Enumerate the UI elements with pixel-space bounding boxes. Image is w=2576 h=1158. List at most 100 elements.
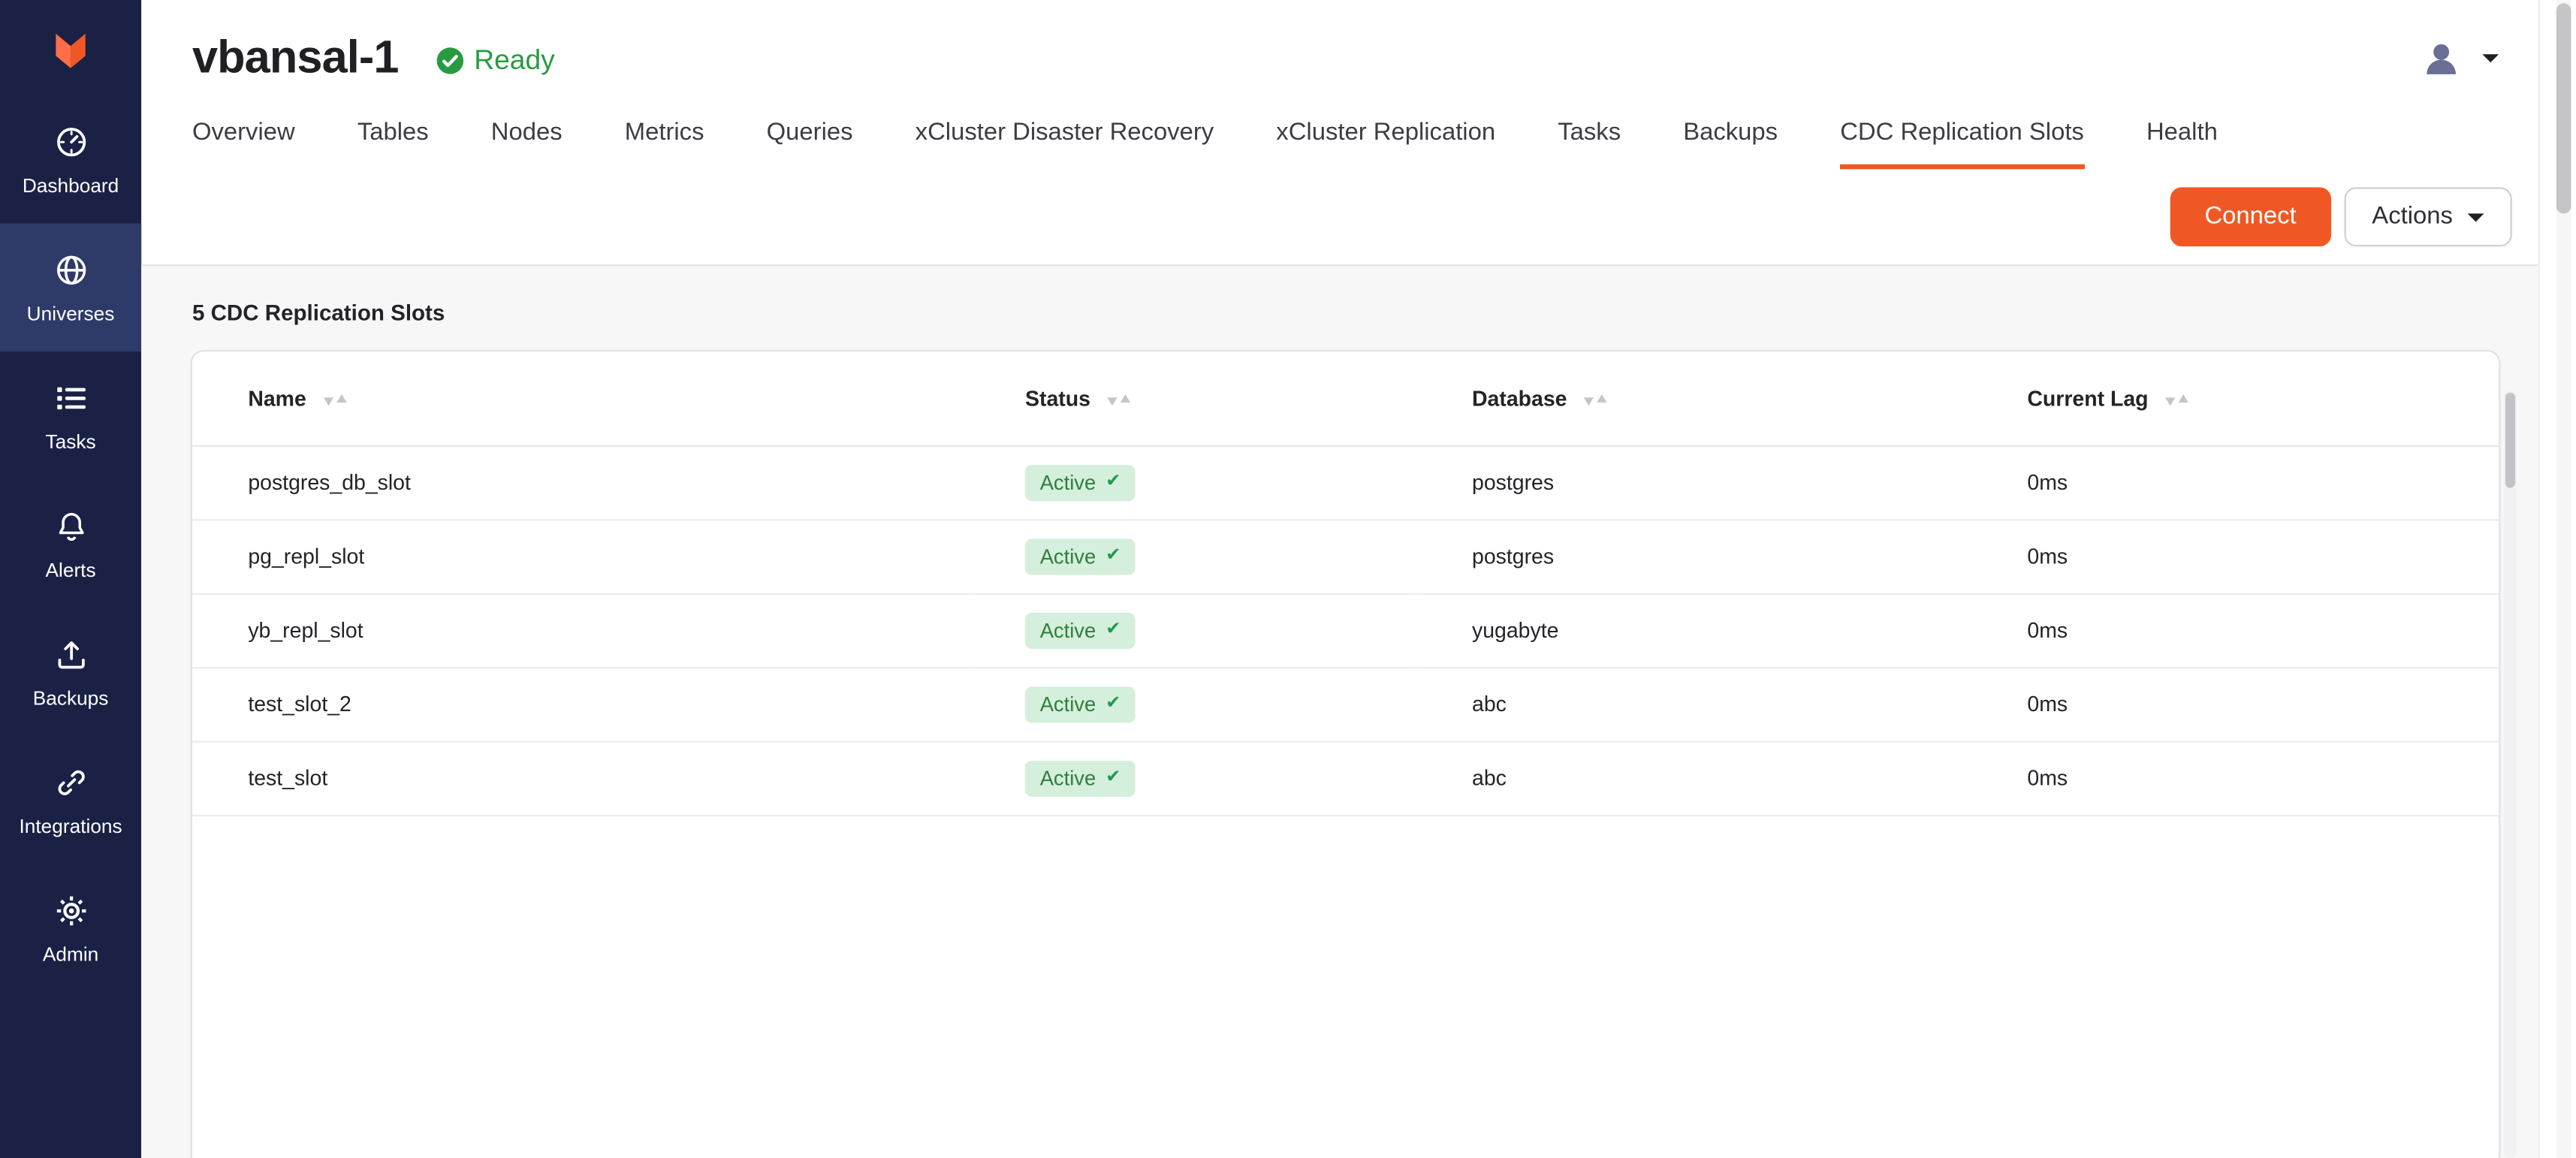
sidebar-item-label: Dashboard [23, 173, 119, 197]
active-status-label: Active [1040, 544, 1096, 568]
column-header-label: Name [248, 386, 306, 411]
cell-current-lag: 0ms [1971, 741, 2499, 815]
cell-current-lag: 0ms [1971, 667, 2499, 740]
status-badge-label: Ready [474, 44, 554, 77]
tab-xcluster-disaster-recovery[interactable]: xCluster Disaster Recovery [915, 102, 1214, 170]
cell-name: yb_repl_slot [192, 593, 970, 667]
yugabyte-logo[interactable] [0, 0, 141, 95]
tab-backups[interactable]: Backups [1683, 102, 1778, 170]
check-icon: ✔ [1106, 695, 1121, 713]
tab-metrics[interactable]: Metrics [625, 102, 704, 170]
sidebar-item-backups[interactable]: Backups [0, 608, 141, 736]
active-status-badge: Active ✔ [1025, 612, 1136, 648]
sidebar-item-tasks[interactable]: Tasks [0, 351, 141, 480]
cell-current-lag: 0ms [1971, 593, 2499, 667]
sidebar-item-label: Admin [43, 942, 98, 966]
tab-overview[interactable]: Overview [192, 102, 295, 170]
table-scrollbar[interactable] [2504, 391, 2517, 1158]
admin-gear-icon [52, 891, 89, 931]
cell-database: yugabyte [1416, 593, 1971, 667]
column-header-status[interactable]: Status [970, 351, 1416, 445]
table-row[interactable]: yb_repl_slot Active ✔ yugabyte 0ms [192, 593, 2499, 667]
active-status-label: Active [1040, 692, 1096, 716]
sidebar-item-dashboard[interactable]: Dashboard [0, 95, 141, 224]
sidebar-item-label: Backups [33, 686, 109, 709]
cell-database: postgres [1416, 519, 1971, 593]
cell-database: abc [1416, 667, 1971, 740]
cell-status: Active ✔ [970, 445, 1416, 519]
tab-tasks[interactable]: Tasks [1558, 102, 1621, 170]
chevron-down-icon [2482, 54, 2499, 62]
sort-icon[interactable] [1585, 394, 1608, 405]
check-icon: ✔ [1106, 769, 1121, 787]
connect-button[interactable]: Connect [2170, 187, 2331, 246]
cell-database: postgres [1416, 445, 1971, 519]
page-scrollbar-thumb[interactable] [2556, 3, 2571, 213]
sort-icon[interactable] [1108, 394, 1131, 405]
cell-status: Active ✔ [970, 667, 1416, 740]
column-header-name[interactable]: Name [192, 351, 970, 445]
slots-table: Name Status Database [192, 351, 2499, 816]
sidebar-item-label: Tasks [45, 430, 95, 453]
tab-nodes[interactable]: Nodes [491, 102, 563, 170]
chevron-down-icon [2468, 213, 2484, 221]
active-status-badge: Active ✔ [1025, 686, 1136, 722]
status-badge: Ready [435, 44, 555, 77]
actions-button[interactable]: Actions [2344, 187, 2512, 246]
tasks-icon [52, 378, 89, 418]
column-header-label: Status [1025, 386, 1090, 411]
app-root: Dashboard Universes Tasks Alerts Backups [0, 0, 2576, 1158]
tab-cdc-replication-slots[interactable]: CDC Replication Slots [1840, 102, 2084, 170]
check-icon: ✔ [1106, 473, 1121, 491]
slots-count-heading: 5 CDC Replication Slots [192, 300, 2538, 325]
sidebar-item-alerts[interactable]: Alerts [0, 480, 141, 608]
table-header-row: Name Status Database [192, 351, 2499, 445]
universes-icon [52, 251, 89, 291]
action-toolbar: Connect Actions [141, 169, 2538, 266]
tab-health[interactable]: Health [2146, 102, 2218, 170]
cell-database: abc [1416, 741, 1971, 815]
cell-status: Active ✔ [970, 741, 1416, 815]
cdc-slots-panel: 5 CDC Replication Slots Name Status [141, 266, 2538, 1158]
sidebar-item-integrations[interactable]: Integrations [0, 736, 141, 864]
column-header-label: Database [1472, 386, 1567, 411]
active-status-label: Active [1040, 619, 1096, 642]
table-row[interactable]: pg_repl_slot Active ✔ postgres 0ms [192, 519, 2499, 593]
cell-status: Active ✔ [970, 519, 1416, 593]
integrations-link-icon [52, 763, 89, 803]
backups-upload-icon [52, 635, 89, 674]
tab-xcluster-replication[interactable]: xCluster Replication [1276, 102, 1495, 170]
sidebar-item-label: Integrations [19, 814, 122, 837]
column-header-label: Current Lag [2027, 386, 2148, 411]
column-header-current-lag[interactable]: Current Lag [1971, 351, 2499, 445]
sort-icon[interactable] [2166, 394, 2189, 405]
active-status-badge: Active ✔ [1025, 538, 1136, 574]
tab-tables[interactable]: Tables [357, 102, 429, 170]
user-avatar-icon [2420, 37, 2463, 80]
column-header-database[interactable]: Database [1416, 351, 1971, 445]
table-row[interactable]: test_slot_2 Active ✔ abc 0ms [192, 667, 2499, 740]
table-scrollbar-thumb[interactable] [2505, 393, 2515, 488]
yugabyte-logo-icon [46, 26, 95, 83]
sort-icon[interactable] [324, 394, 347, 405]
active-status-label: Active [1040, 471, 1096, 494]
cell-current-lag: 0ms [1971, 519, 2499, 593]
sidebar-item-admin[interactable]: Admin [0, 864, 141, 993]
cell-name: postgres_db_slot [192, 445, 970, 519]
tab-queries[interactable]: Queries [767, 102, 853, 170]
page-scrollbar[interactable] [2556, 0, 2571, 1158]
slots-table-card: Name Status Database [191, 350, 2501, 1158]
active-status-badge: Active ✔ [1025, 760, 1136, 796]
tab-bar: Overview Tables Nodes Metrics Queries xC… [141, 102, 2538, 170]
scroll-gutter [2538, 0, 2576, 1158]
cell-name: pg_repl_slot [192, 519, 970, 593]
table-row[interactable]: test_slot Active ✔ abc 0ms [192, 741, 2499, 815]
user-menu[interactable] [2420, 37, 2512, 80]
cell-name: test_slot_2 [192, 667, 970, 740]
active-status-badge: Active ✔ [1025, 464, 1136, 500]
table-row[interactable]: postgres_db_slot Active ✔ postgres 0ms [192, 445, 2499, 519]
active-status-label: Active [1040, 766, 1096, 789]
sidebar-item-universes[interactable]: Universes [0, 224, 141, 352]
universe-header: vbansal-1 Ready [141, 0, 2538, 102]
actions-button-label: Actions [2372, 189, 2453, 245]
